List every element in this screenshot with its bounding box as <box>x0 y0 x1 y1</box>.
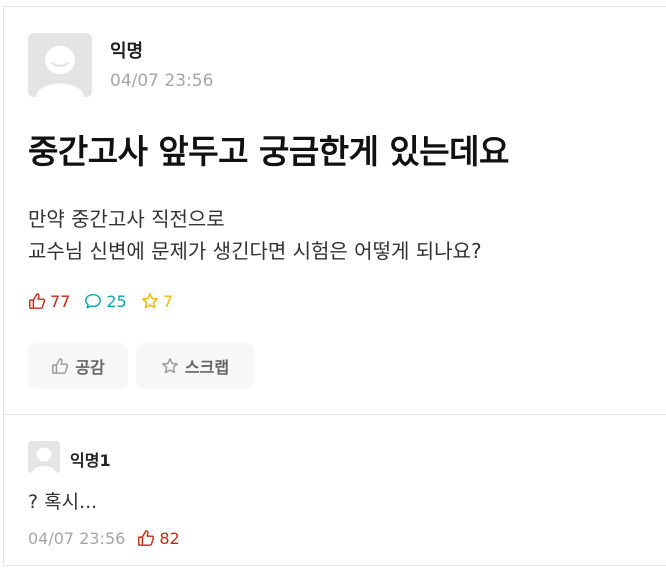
comment-meta: 04/07 23:56 82 <box>28 527 180 549</box>
like-count-value: 77 <box>50 291 71 311</box>
post-body-line: 만약 중간고사 직전으로 <box>28 207 225 231</box>
comment-author: 익명1 <box>70 451 111 470</box>
post: 익명 04/07 23:56 중간고사 앞두고 궁금한게 있는데요 만약 중간고… <box>4 7 666 415</box>
scrap-button[interactable]: 스크랩 <box>136 343 254 389</box>
post-title: 중간고사 앞두고 궁금한게 있는데요 <box>28 132 509 171</box>
star-icon <box>161 358 178 374</box>
comment-datetime: 04/07 23:56 <box>28 528 126 548</box>
scrap-count: 7 <box>141 292 173 311</box>
scrap-count-value: 7 <box>162 291 173 311</box>
post-body-line: 교수님 신변에 문제가 생긴다면 시험은 어떻게 되나요? <box>28 239 482 263</box>
scrap-button-label: 스크랩 <box>184 358 230 377</box>
thumbs-up-icon <box>52 358 69 374</box>
like-button-label: 공감 <box>75 358 105 377</box>
comment-count: 25 <box>84 291 127 311</box>
star-icon <box>141 293 158 309</box>
like-button[interactable]: 공감 <box>28 343 128 389</box>
post-author: 익명 <box>110 41 144 62</box>
article-container: 익명 04/07 23:56 중간고사 앞두고 궁금한게 있는데요 만약 중간고… <box>3 6 666 566</box>
speech-bubble-icon <box>85 293 102 309</box>
comment-count-value: 25 <box>106 291 127 311</box>
post-datetime: 04/07 23:56 <box>110 71 214 91</box>
author-avatar <box>28 33 92 97</box>
thumbs-up-icon <box>138 530 155 546</box>
comment-author-avatar <box>28 441 60 473</box>
thumbs-up-icon <box>29 293 46 309</box>
comment-text: ? 혹시... <box>28 491 98 513</box>
comment-like-count-value: 82 <box>159 528 180 548</box>
like-count: 77 <box>28 292 70 311</box>
comment-like-count: 82 <box>137 528 180 548</box>
post-stats: 77 25 7 <box>28 289 187 313</box>
